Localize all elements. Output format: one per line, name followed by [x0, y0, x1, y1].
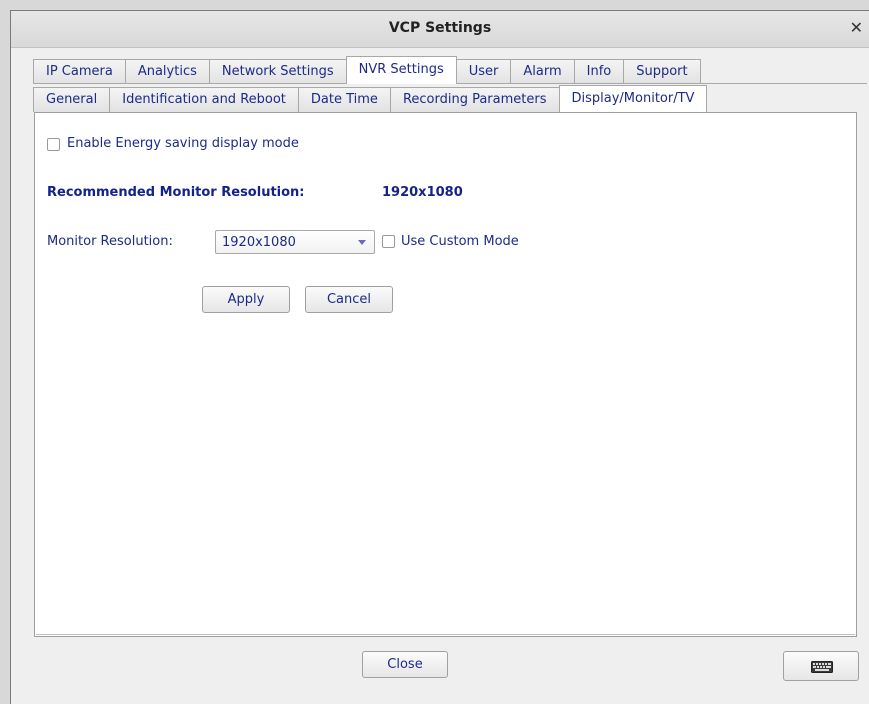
keyboard-icon — [811, 661, 833, 673]
recommended-resolution-value: 1920x1080 — [382, 185, 463, 200]
tab-analytics[interactable]: Analytics — [124, 59, 210, 84]
tab-nvr-settings[interactable]: NVR Settings — [345, 56, 457, 84]
close-button[interactable]: Close — [362, 651, 448, 678]
custom-mode-label: Use Custom Mode — [401, 234, 519, 249]
main-tab-bar: IP Camera Analytics Network Settings NVR… — [33, 56, 701, 84]
tab-alarm[interactable]: Alarm — [510, 59, 575, 84]
vcp-settings-window: VCP Settings ✕ IP Camera Analytics Netwo… — [10, 10, 869, 704]
tab-general[interactable]: General — [33, 87, 111, 112]
tab-network-settings[interactable]: Network Settings — [208, 59, 347, 84]
sub-tab-bar: General Identification and Reboot Date T… — [33, 85, 708, 112]
monitor-resolution-select[interactable]: 1920x1080 — [215, 230, 375, 254]
tab-ip-camera[interactable]: IP Camera — [33, 59, 126, 84]
tab-recording-parameters[interactable]: Recording Parameters — [389, 87, 560, 112]
tab-support[interactable]: Support — [623, 59, 701, 84]
close-icon[interactable]: ✕ — [850, 18, 863, 37]
recommended-resolution-label: Recommended Monitor Resolution: — [47, 185, 305, 200]
cancel-button[interactable]: Cancel — [305, 286, 393, 313]
title-bar: VCP Settings ✕ — [11, 11, 869, 48]
chevron-down-icon — [358, 240, 366, 245]
tab-display-monitor-tv[interactable]: Display/Monitor/TV — [558, 85, 708, 112]
tab-user[interactable]: User — [455, 59, 512, 84]
monitor-resolution-value: 1920x1080 — [222, 235, 296, 250]
window-title: VCP Settings — [388, 20, 492, 36]
display-settings-panel: Enable Energy saving display mode Recomm… — [34, 112, 857, 637]
energy-saving-label: Enable Energy saving display mode — [67, 136, 299, 151]
tab-info[interactable]: Info — [573, 59, 625, 84]
monitor-resolution-label: Monitor Resolution: — [47, 234, 173, 249]
keyboard-button[interactable] — [783, 651, 859, 681]
energy-saving-checkbox[interactable] — [47, 138, 60, 151]
tab-identification-and-reboot[interactable]: Identification and Reboot — [109, 87, 299, 112]
tab-date-time[interactable]: Date Time — [297, 87, 391, 112]
apply-button[interactable]: Apply — [202, 286, 290, 313]
custom-mode-checkbox[interactable] — [382, 235, 395, 248]
